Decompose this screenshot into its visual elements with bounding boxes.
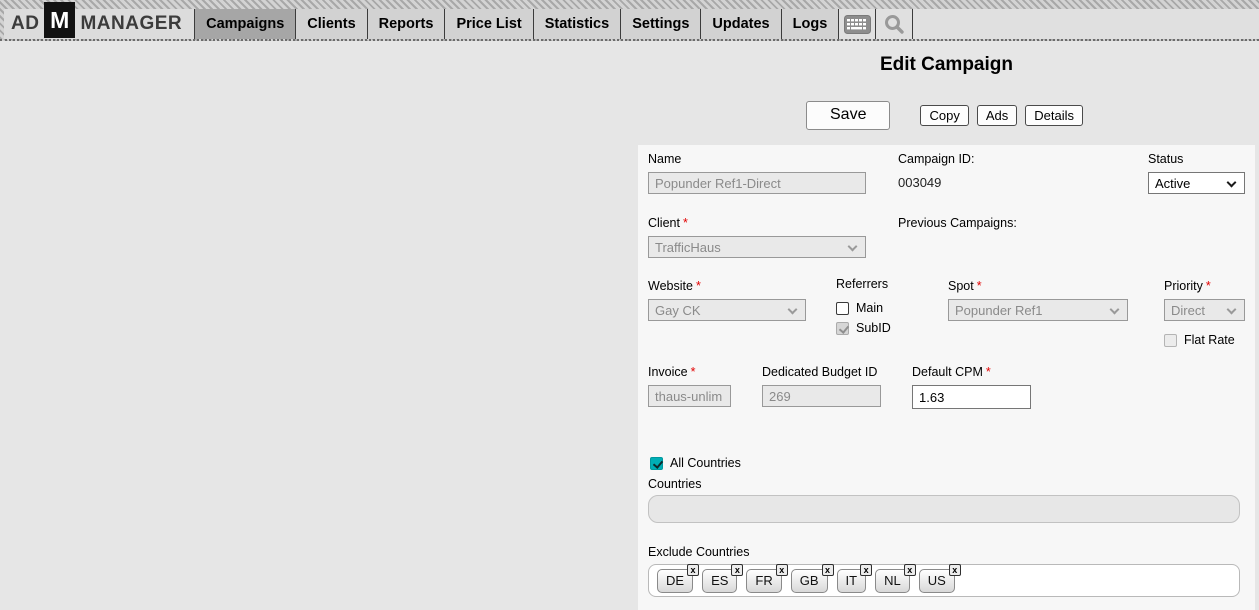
country-tag-nl[interactable]: NL x xyxy=(875,563,916,593)
country-code: US xyxy=(927,572,946,588)
spot-select[interactable]: Popunder Ref1 xyxy=(948,299,1128,321)
remove-country-icon[interactable]: x xyxy=(731,563,744,576)
status-select[interactable]: Active xyxy=(1148,172,1245,194)
priority-value: Direct xyxy=(1171,302,1205,318)
tab-campaigns[interactable]: Campaigns xyxy=(194,9,296,39)
invoice-input[interactable] xyxy=(648,385,731,407)
countries-input xyxy=(648,495,1240,523)
countries-label: Countries xyxy=(648,477,702,491)
remove-country-icon[interactable]: x xyxy=(903,563,916,576)
subid-checkbox-label: SubID xyxy=(856,321,891,335)
edit-campaign-form: Name Campaign ID: 003049 Status Active C… xyxy=(638,145,1255,610)
tab-settings[interactable]: Settings xyxy=(620,9,701,39)
required-mark: * xyxy=(695,279,701,293)
client-select[interactable]: TrafficHaus xyxy=(648,236,866,258)
tab-updates[interactable]: Updates xyxy=(700,9,781,39)
flat-rate-label: Flat Rate xyxy=(1184,333,1235,347)
country-code: IT xyxy=(845,572,858,588)
budget-id-input[interactable] xyxy=(762,385,881,407)
country-tag-es[interactable]: ES x xyxy=(702,563,744,593)
website-select[interactable]: Gay CK xyxy=(648,299,806,321)
page-title: Edit Campaign xyxy=(879,54,1013,75)
app-logo: AD M MANAGER xyxy=(4,2,195,39)
logo-m-icon: M xyxy=(44,2,76,38)
name-input[interactable] xyxy=(648,172,866,194)
details-button[interactable]: Details xyxy=(1025,104,1083,126)
country-code: ES xyxy=(711,572,729,588)
tab-logs[interactable]: Logs xyxy=(780,9,840,39)
remove-country-icon[interactable]: x xyxy=(948,563,961,576)
client-value: TrafficHaus xyxy=(655,239,721,255)
flat-rate-checkbox xyxy=(1164,333,1177,347)
chevron-down-icon xyxy=(787,304,798,315)
chevron-down-icon xyxy=(1226,177,1237,188)
website-value: Gay CK xyxy=(655,302,701,318)
name-label: Name xyxy=(648,152,682,166)
chevron-down-icon xyxy=(1109,304,1120,315)
country-tag-gb[interactable]: GB x xyxy=(790,563,834,593)
client-label: Client * xyxy=(648,216,688,230)
referrers-label: Referrers xyxy=(836,277,889,291)
remove-country-icon[interactable]: x xyxy=(687,563,700,576)
zoom-icon xyxy=(885,15,904,34)
required-mark: * xyxy=(690,365,696,379)
copy-button[interactable]: Copy xyxy=(920,104,969,126)
exclude-countries-box[interactable]: DE x ES x FR x GB x IT x NL x US x xyxy=(648,563,1240,597)
country-tag-it[interactable]: IT x xyxy=(836,563,873,593)
invoice-label: Invoice * xyxy=(648,365,696,379)
priority-select[interactable]: Direct xyxy=(1164,299,1245,321)
keyboard-button[interactable] xyxy=(839,9,877,39)
all-countries-checkbox[interactable] xyxy=(650,456,663,470)
exclude-countries-label: Exclude Countries xyxy=(648,545,750,559)
country-tag-us[interactable]: US x xyxy=(918,563,961,593)
country-code: GB xyxy=(799,572,819,588)
nav-tabs: Campaigns Clients Reports Price List Statist… xyxy=(194,9,840,39)
tab-reports[interactable]: Reports xyxy=(366,9,445,39)
campaign-id-label: Campaign ID: xyxy=(898,152,975,166)
country-tag-fr[interactable]: FR x xyxy=(746,563,788,593)
priority-label: Priority * xyxy=(1164,279,1211,293)
main-checkbox-label: Main xyxy=(856,301,884,315)
tab-price-list[interactable]: Price List xyxy=(444,9,533,39)
remove-country-icon[interactable]: x xyxy=(775,563,788,576)
logo-suffix: MANAGER xyxy=(80,13,183,34)
required-mark: * xyxy=(682,216,688,230)
remove-country-icon[interactable]: x xyxy=(860,563,873,576)
required-mark: * xyxy=(985,365,991,379)
default-cpm-input[interactable] xyxy=(912,385,1031,409)
remove-country-icon[interactable]: x xyxy=(821,563,834,576)
spot-value: Popunder Ref1 xyxy=(955,302,1043,318)
logo-prefix: AD xyxy=(11,13,40,34)
country-code: FR xyxy=(755,572,773,588)
top-nav-bar: AD M MANAGER Campaigns Clients Reports Pric… xyxy=(0,0,1259,41)
status-label: Status xyxy=(1148,152,1184,166)
all-countries-label: All Countries xyxy=(670,456,741,470)
keyboard-icon xyxy=(843,14,871,34)
required-mark: * xyxy=(1205,279,1211,293)
budget-id-label: Dedicated Budget ID xyxy=(762,365,878,379)
tab-statistics[interactable]: Statistics xyxy=(532,9,621,39)
country-code: NL xyxy=(884,572,901,588)
country-tag-de[interactable]: DE x xyxy=(657,563,700,593)
save-button[interactable]: Save xyxy=(806,100,891,130)
country-code: DE xyxy=(666,572,685,588)
default-cpm-label: Default CPM * xyxy=(912,365,991,379)
tab-clients[interactable]: Clients xyxy=(295,9,367,39)
status-value: Active xyxy=(1155,175,1191,191)
main-checkbox[interactable] xyxy=(836,301,849,315)
website-label: Website * xyxy=(648,279,701,293)
campaign-id-value: 003049 xyxy=(898,175,942,190)
ads-button[interactable]: Ads xyxy=(976,104,1018,126)
required-mark: * xyxy=(976,279,982,293)
subid-checkbox xyxy=(836,321,849,335)
zoom-button[interactable] xyxy=(876,9,914,39)
spot-label: Spot * xyxy=(948,279,982,293)
previous-campaigns-label: Previous Campaigns: xyxy=(898,216,1017,230)
chevron-down-icon xyxy=(847,241,858,252)
chevron-down-icon xyxy=(1226,304,1237,315)
